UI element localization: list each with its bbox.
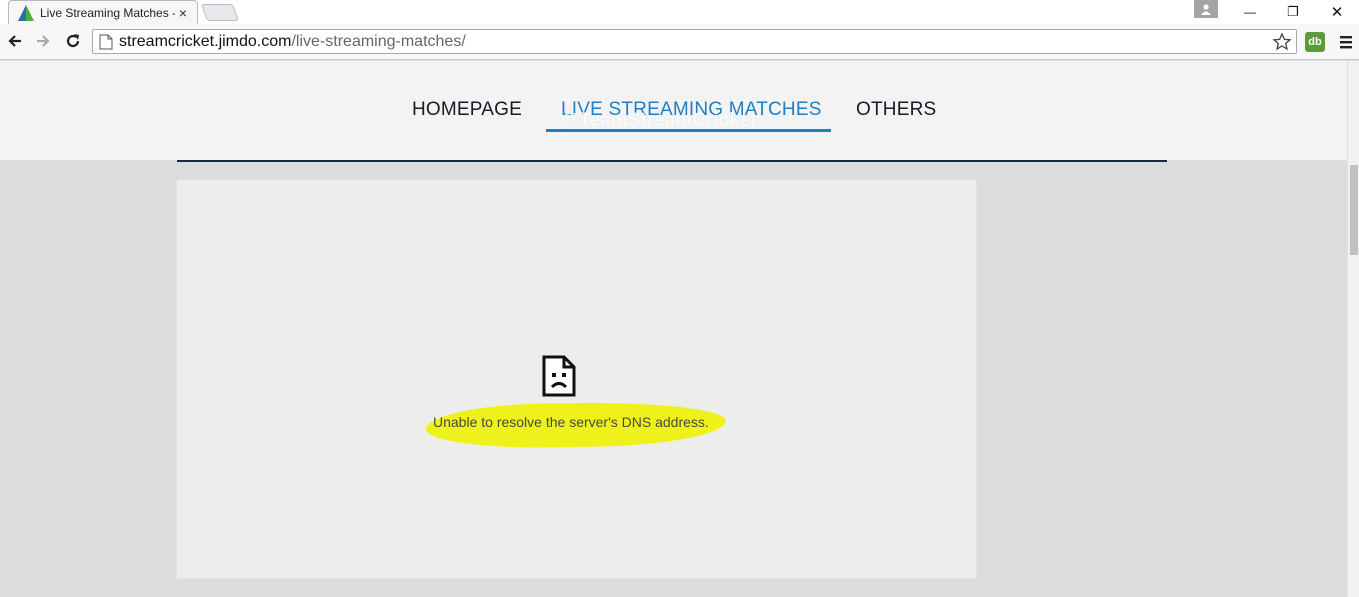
url-host: streamcricket.jimdo.com: [119, 32, 292, 50]
sad-page-icon: [542, 355, 576, 397]
extension-db-icon[interactable]: db: [1305, 32, 1325, 52]
restore-button[interactable]: ❐: [1270, 0, 1316, 24]
arrow-left-icon: [8, 35, 21, 47]
bookmark-star-icon[interactable]: [1272, 32, 1292, 52]
tab-title: Live Streaming Matches -: [40, 5, 175, 20]
error-message: Unable to resolve the server's DNS addre…: [433, 414, 709, 430]
address-bar[interactable]: streamcricket.jimdo.com/live-streaming-m…: [92, 29, 1297, 54]
tab-close-icon[interactable]: ×: [175, 5, 191, 21]
tab-strip: Live Streaming Matches - × — ❐ ✕: [0, 0, 1359, 24]
window-close-button[interactable]: ✕: [1314, 0, 1359, 24]
person-icon: [1201, 4, 1211, 15]
minimize-button[interactable]: —: [1227, 0, 1273, 24]
active-nav-underline: [546, 129, 831, 132]
window-close-icon: ✕: [1330, 4, 1344, 21]
url-text: streamcricket.jimdo.com/live-streaming-m…: [119, 33, 466, 51]
site-header: HOMEPAGE LIVE STREAMING MATCHES OTHERS @…: [0, 61, 1347, 160]
profile-avatar-icon[interactable]: [1194, 0, 1218, 18]
forward-button[interactable]: [32, 30, 54, 52]
url-path: /live-streaming-matches/: [291, 32, 466, 50]
reload-button[interactable]: [62, 30, 84, 52]
browser-tab[interactable]: Live Streaming Matches - ×: [8, 0, 198, 24]
reload-icon: [66, 34, 80, 48]
hamburger-menu-icon[interactable]: [1338, 33, 1354, 51]
scrollbar-thumb[interactable]: [1350, 165, 1358, 255]
page-icon: [99, 34, 113, 49]
page-viewport: HOMEPAGE LIVE STREAMING MATCHES OTHERS @…: [0, 61, 1347, 597]
minimize-icon: —: [1244, 5, 1256, 19]
header-divider: [177, 160, 1167, 162]
arrow-right-icon: [37, 35, 50, 47]
nav-item-others[interactable]: OTHERS: [856, 99, 936, 121]
restore-icon: ❐: [1287, 4, 1299, 19]
embedded-frame: Unable to resolve the server's DNS addre…: [176, 179, 977, 579]
nav-item-homepage[interactable]: HOMEPAGE: [412, 99, 522, 121]
page-scrollbar[interactable]: [1347, 61, 1359, 597]
site-favicon-icon: [18, 4, 34, 21]
browser-toolbar: streamcricket.jimdo.com/live-streaming-m…: [0, 24, 1359, 60]
new-tab-button[interactable]: [200, 4, 240, 21]
back-button[interactable]: [4, 30, 26, 52]
